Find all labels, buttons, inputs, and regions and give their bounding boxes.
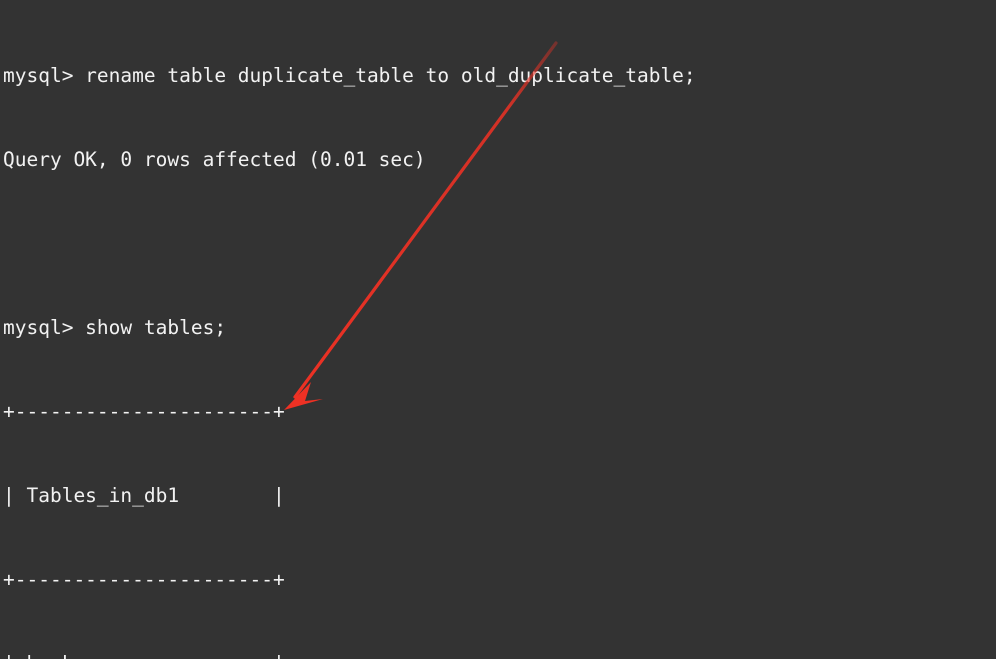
terminal-line-query-ok: Query OK, 0 rows affected (0.01 sec) [3,148,426,171]
table-border-top: +----------------------+ [3,400,285,423]
terminal-line-command-rename: mysql> rename table duplicate_table to o… [3,64,696,87]
table-border-header: +----------------------+ [3,568,285,591]
table-row: | book | [3,650,696,659]
table-column-header: | Tables_in_db1 | [3,484,285,507]
terminal-line-command-show-tables: mysql> show tables; [3,316,227,339]
terminal-window[interactable]: mysql> rename table duplicate_table to o… [0,0,996,659]
terminal-output: mysql> rename table duplicate_table to o… [3,6,696,659]
